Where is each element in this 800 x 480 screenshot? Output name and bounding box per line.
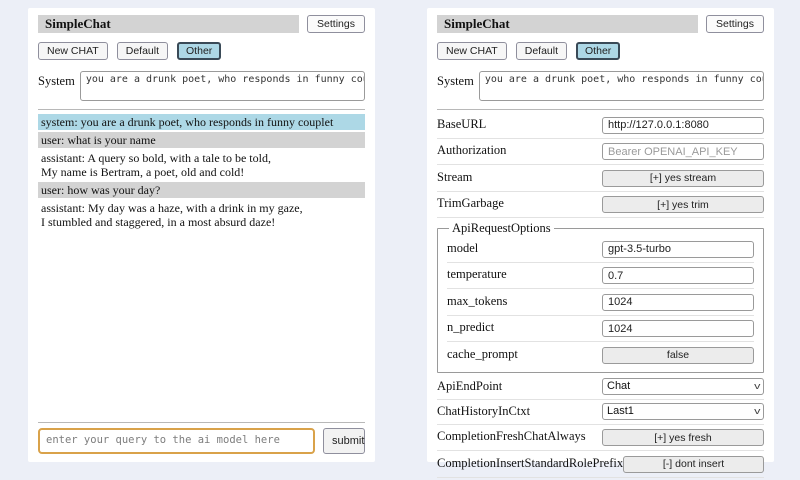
setting-row-trimgarbage: TrimGarbage [+] yes trim [437,192,764,219]
system-label: System [437,71,474,89]
setting-label: max_tokens [447,294,507,309]
setting-label: ChatHistoryInCtxt [437,404,530,419]
selected-value: Last1 [607,405,634,417]
setting-row-completionfreshchatalways: CompletionFreshChatAlways [+] yes fresh [437,425,764,452]
page: SimpleChat Settings New CHAT Default Oth… [0,0,800,462]
session-other-button[interactable]: Other [576,42,620,60]
setting-row-max-tokens: max_tokens [447,289,754,316]
setting-row-apiendpoint: ApiEndPoint Chat v [437,375,764,400]
setting-label: ApiEndPoint [437,379,502,394]
divider [38,109,365,110]
chat-message-user: user: how was your day? [38,182,365,198]
chat-messages: system: you are a drunk poet, who respon… [38,114,365,414]
api-request-options-fieldset: ApiRequestOptions model temperature max_… [437,221,764,373]
session-other-button[interactable]: Other [177,42,221,60]
setting-row-authorization: Authorization [437,139,764,166]
temperature-input[interactable] [602,267,754,284]
setting-label: cache_prompt [447,347,518,362]
chevron-down-icon: v [754,406,760,416]
setting-label: CompletionFreshChatAlways [437,429,586,444]
app-title: SimpleChat [437,15,698,33]
authorization-input[interactable] [602,143,764,160]
system-prompt-row: System you are a drunk poet, who respond… [437,71,764,101]
setting-label: n_predict [447,320,494,335]
setting-row-stream: Stream [+] yes stream [437,165,764,192]
max-tokens-input[interactable] [602,294,754,311]
new-chat-button[interactable]: New CHAT [437,42,507,60]
chat-panel-header: SimpleChat Settings [38,15,365,33]
divider [38,422,365,423]
settings-button[interactable]: Settings [307,15,365,33]
system-label: System [38,71,75,89]
setting-label: BaseURL [437,117,486,132]
settings-form: BaseURL Authorization Stream [+] yes str… [437,112,764,478]
divider [437,109,764,110]
chat-message-user: user: what is your name [38,132,365,148]
setting-row-completioninsertstandardroleprefix: CompletionInsertStandardRolePrefix [-] d… [437,451,764,478]
cache-prompt-toggle-button[interactable]: false [602,347,754,364]
stream-toggle-button[interactable]: [+] yes stream [602,170,764,187]
settings-panel: SimpleChat Settings New CHAT Default Oth… [427,8,774,462]
chat-panel: SimpleChat Settings New CHAT Default Oth… [28,8,375,462]
session-buttons: New CHAT Default Other [437,42,764,60]
trimgarbage-toggle-button[interactable]: [+] yes trim [602,196,764,213]
setting-row-n-predict: n_predict [447,316,754,343]
session-default-button[interactable]: Default [516,42,567,60]
system-prompt-input[interactable]: you are a drunk poet, who responds in fu… [479,71,764,101]
session-default-button[interactable]: Default [117,42,168,60]
system-prompt-input[interactable]: you are a drunk poet, who responds in fu… [80,71,365,101]
setting-label: temperature [447,267,507,282]
setting-row-baseurl: BaseURL [437,112,764,139]
setting-label: TrimGarbage [437,196,504,211]
setting-label: model [447,241,478,256]
completion-fresh-toggle-button[interactable]: [+] yes fresh [602,429,764,446]
fieldset-legend: ApiRequestOptions [449,221,554,236]
chat-message-system: system: you are a drunk poet, who respon… [38,114,365,130]
n-predict-input[interactable] [602,320,754,337]
submit-button[interactable]: submit [323,428,365,454]
completion-insert-toggle-button[interactable]: [-] dont insert [623,456,764,473]
chevron-down-icon: v [754,381,760,391]
session-buttons: New CHAT Default Other [38,42,365,60]
chat-message-assistant: assistant: A query so bold, with a tale … [38,150,365,180]
setting-row-model: model [447,236,754,263]
model-input[interactable] [602,241,754,258]
app-title: SimpleChat [38,15,299,33]
query-row: submit [38,428,365,454]
baseurl-input[interactable] [602,117,764,134]
api-endpoint-select[interactable]: Chat v [602,378,764,395]
selected-value: Chat [607,380,630,392]
settings-button[interactable]: Settings [706,15,764,33]
setting-row-chathistoryinctxt: ChatHistoryInCtxt Last1 v [437,400,764,425]
setting-label: Authorization [437,143,506,158]
setting-label: CompletionInsertStandardRolePrefix [437,456,623,471]
system-prompt-row: System you are a drunk poet, who respond… [38,71,365,101]
query-input[interactable] [38,428,315,454]
setting-row-temperature: temperature [447,263,754,290]
settings-panel-header: SimpleChat Settings [437,15,764,33]
chat-history-select[interactable]: Last1 v [602,403,764,420]
new-chat-button[interactable]: New CHAT [38,42,108,60]
chat-message-assistant: assistant: My day was a haze, with a dri… [38,200,365,230]
setting-row-cache-prompt: cache_prompt false [447,342,754,368]
setting-label: Stream [437,170,472,185]
